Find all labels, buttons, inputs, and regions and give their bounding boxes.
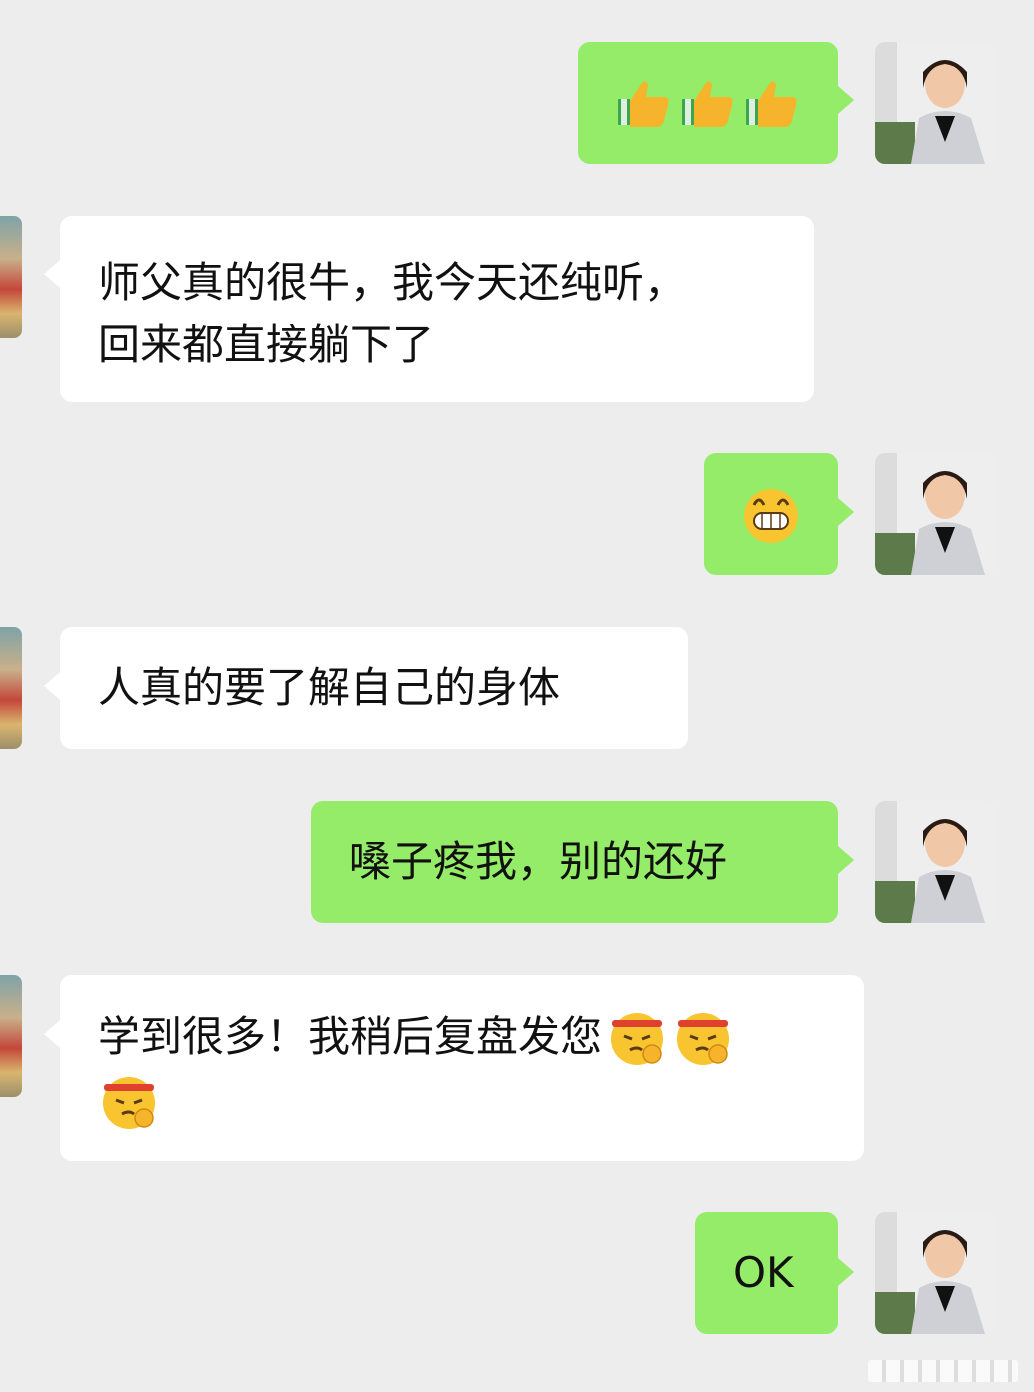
thumbs-up-icon xyxy=(682,81,733,127)
message-bubble[interactable]: OK xyxy=(695,1212,838,1334)
message-text-line: 师父真的很牛，我今天还纯听， xyxy=(98,258,687,307)
avatar[interactable] xyxy=(875,1212,997,1334)
message-text-line: 人真的要了解自己的身体 xyxy=(98,663,561,712)
message-text-line: OK xyxy=(733,1248,794,1297)
message-bubble[interactable]: 嗓子疼我，别的还好 xyxy=(311,801,838,923)
bubble-tail xyxy=(838,86,854,114)
message-bubble[interactable] xyxy=(704,453,838,575)
message-bubble[interactable]: 学到很多！我稍后复盘发您 xyxy=(60,975,864,1161)
thumbs-up-emoji-group xyxy=(578,42,838,164)
bubble-tail xyxy=(44,672,60,700)
thumbs-up-icon xyxy=(746,81,797,127)
grin-face-icon xyxy=(744,489,798,543)
avatar[interactable] xyxy=(0,975,22,1097)
determined-face-icon xyxy=(677,1013,730,1065)
avatar[interactable] xyxy=(875,801,997,923)
avatar-image xyxy=(875,801,997,923)
message-text-line: 嗓子疼我，别的还好 xyxy=(349,837,728,886)
avatar[interactable] xyxy=(0,627,22,749)
avatar-image xyxy=(875,42,997,164)
avatar[interactable] xyxy=(875,42,997,164)
bubble-tail xyxy=(838,846,854,874)
message-text-line: 学到很多！我稍后复盘发您 xyxy=(98,1012,603,1061)
avatar[interactable] xyxy=(875,453,997,575)
message-bubble[interactable]: 师父真的很牛，我今天还纯听， 回来都直接躺下了 xyxy=(60,216,814,402)
thumbs-up-icon xyxy=(618,81,669,127)
determined-face-icon xyxy=(611,1013,664,1065)
determined-face-icon xyxy=(103,1077,155,1129)
bubble-tail xyxy=(44,1020,60,1048)
avatar[interactable] xyxy=(0,216,22,338)
avatar-image xyxy=(875,1212,997,1334)
bubble-tail xyxy=(838,498,854,526)
bubble-tail xyxy=(838,1258,854,1286)
message-text-line: 回来都直接躺下了 xyxy=(98,320,435,369)
bubble-tail xyxy=(44,260,60,288)
message-bubble[interactable] xyxy=(578,42,838,164)
watermark xyxy=(868,1360,1018,1382)
avatar-image xyxy=(875,453,997,575)
message-bubble[interactable]: 人真的要了解自己的身体 xyxy=(60,627,688,749)
